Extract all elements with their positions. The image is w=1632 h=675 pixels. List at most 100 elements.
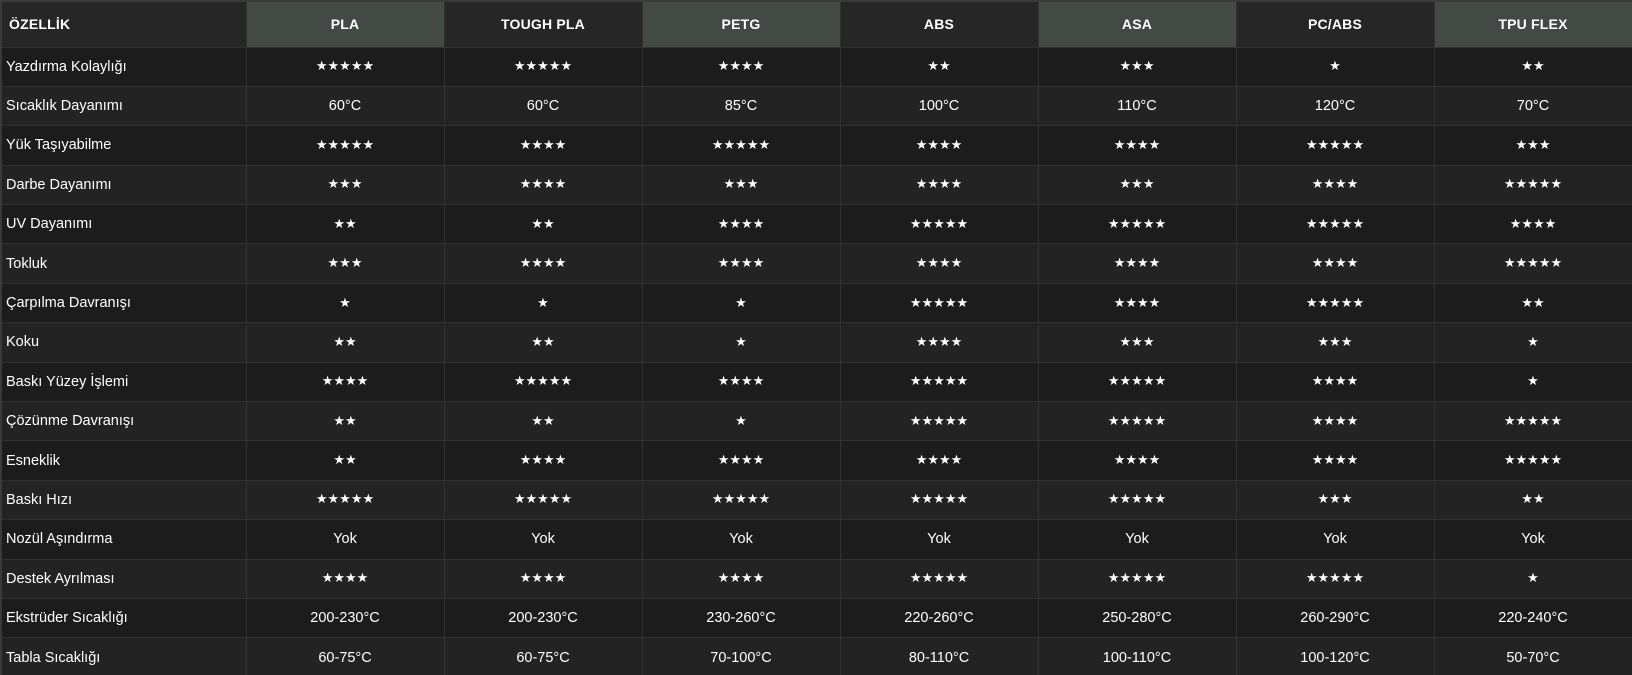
- star-rating-cell: ★★★★: [444, 440, 643, 481]
- star-rating-cell: ★★: [246, 204, 445, 245]
- row-label-darbe-dayanimi: Darbe Dayanımı: [2, 165, 247, 206]
- star-rating-cell: ★★★★★: [444, 480, 643, 521]
- material-column-header-pc-abs[interactable]: PC/ABS: [1236, 2, 1435, 48]
- material-column-header-tough-pla[interactable]: TOUGH PLA: [444, 2, 643, 48]
- value-cell: 60-75°C: [246, 637, 445, 675]
- star-rating-cell: ★★★★★: [1434, 440, 1632, 481]
- material-column-header-pla[interactable]: PLA: [246, 2, 445, 48]
- star-rating-cell: ★★: [1434, 480, 1632, 521]
- value-cell: Yok: [444, 519, 643, 560]
- value-cell: 110°C: [1038, 86, 1237, 127]
- star-rating-cell: ★★★★: [444, 559, 643, 599]
- value-cell: 70°C: [1434, 86, 1632, 127]
- star-rating-cell: ★★★★★: [642, 125, 841, 166]
- star-rating-cell: ★★★★: [1236, 401, 1435, 442]
- value-cell: 100-110°C: [1038, 637, 1237, 675]
- star-rating-cell: ★★★★★: [1236, 283, 1435, 324]
- row-label-yazdirma-kolayligi: Yazdırma Kolaylığı: [2, 47, 247, 87]
- value-cell: 220-260°C: [840, 598, 1039, 639]
- material-column-header-tpu-flex[interactable]: TPU FLEX: [1434, 2, 1632, 48]
- star-rating-cell: ★★★★: [1038, 283, 1237, 324]
- value-cell: 100-120°C: [1236, 637, 1435, 675]
- star-rating-cell: ★★★★★: [1434, 165, 1632, 206]
- table-row: Koku ★★ ★★ ★ ★★★★ ★★★ ★★★ ★: [2, 322, 1632, 363]
- star-rating-cell: ★★★: [1236, 322, 1435, 363]
- star-rating-cell: ★: [444, 283, 643, 324]
- star-rating-cell: ★★★★★: [1236, 125, 1435, 166]
- table-row: Baskı Yüzey İşlemi ★★★★ ★★★★★ ★★★★ ★★★★★ ★★★★…: [2, 362, 1632, 403]
- star-rating-cell: ★★★★★: [840, 401, 1039, 442]
- table-row: Tokluk ★★★ ★★★★ ★★★★ ★★★★ ★★★★ ★★★★ ★★★★★: [2, 243, 1632, 284]
- row-label-nozul-asindirma: Nozül Aşındırma: [2, 519, 247, 560]
- star-rating-cell: ★★★★★: [840, 559, 1039, 599]
- value-cell: 50-70°C: [1434, 637, 1632, 675]
- value-cell: 250-280°C: [1038, 598, 1237, 639]
- star-rating-cell: ★★★★: [840, 165, 1039, 206]
- row-label-cozunme-davranisi: Çözünme Davranışı: [2, 401, 247, 442]
- value-cell: 220-240°C: [1434, 598, 1632, 639]
- table-row: Baskı Hızı ★★★★★ ★★★★★ ★★★★★ ★★★★★ ★★★★★ ★★★ ★★: [2, 480, 1632, 521]
- star-rating-cell: ★★★★: [1038, 440, 1237, 481]
- row-label-uv-dayanimi: UV Dayanımı: [2, 204, 247, 245]
- star-rating-cell: ★: [642, 401, 841, 442]
- star-rating-cell: ★★★: [1038, 47, 1237, 87]
- value-cell: 85°C: [642, 86, 841, 127]
- header-row: ÖZELLİK PLA TOUGH PLA PETG ABS ASA PC/ABS TPU …: [2, 2, 1632, 48]
- table-row: Yazdırma Kolaylığı ★★★★★ ★★★★★ ★★★★ ★★ ★★★ ★ ★★: [2, 47, 1632, 87]
- star-rating-cell: ★: [1434, 362, 1632, 403]
- star-rating-cell: ★★★★★: [1434, 401, 1632, 442]
- star-rating-cell: ★★★★★: [1038, 362, 1237, 403]
- star-rating-cell: ★★★: [1236, 480, 1435, 521]
- row-label-tabla-sicakligi: Tabla Sıcaklığı: [2, 637, 247, 675]
- star-rating-cell: ★★: [444, 204, 643, 245]
- star-rating-cell: ★★: [246, 440, 445, 481]
- property-column-header[interactable]: ÖZELLİK: [2, 2, 247, 48]
- row-label-destek-ayrilmasi: Destek Ayrılması: [2, 559, 247, 599]
- star-rating-cell: ★★★★★: [444, 362, 643, 403]
- star-rating-cell: ★★★★★: [1038, 401, 1237, 442]
- table-body: Yazdırma Kolaylığı ★★★★★ ★★★★★ ★★★★ ★★ ★★★ ★ ★★…: [2, 47, 1632, 675]
- material-comparison-table: ÖZELLİK PLA TOUGH PLA PETG ABS ASA PC/ABS TPU …: [2, 2, 1632, 675]
- value-cell: Yok: [1236, 519, 1435, 560]
- table-row: Yük Taşıyabilme ★★★★★ ★★★★ ★★★★★ ★★★★ ★★★★ ★★★…: [2, 125, 1632, 166]
- star-rating-cell: ★★★: [246, 165, 445, 206]
- material-column-header-petg[interactable]: PETG: [642, 2, 841, 48]
- row-label-yuk-tasiyabilme: Yük Taşıyabilme: [2, 125, 247, 166]
- star-rating-cell: ★★★★: [1236, 243, 1435, 284]
- star-rating-cell: ★★: [1434, 47, 1632, 87]
- star-rating-cell: ★: [642, 322, 841, 363]
- star-rating-cell: ★★★★: [444, 243, 643, 284]
- star-rating-cell: ★★★★★: [246, 125, 445, 166]
- star-rating-cell: ★★: [246, 401, 445, 442]
- value-cell: 200-230°C: [444, 598, 643, 639]
- star-rating-cell: ★★★★: [1038, 243, 1237, 284]
- star-rating-cell: ★: [642, 283, 841, 324]
- star-rating-cell: ★★★★: [840, 125, 1039, 166]
- value-cell: Yok: [840, 519, 1039, 560]
- value-cell: 100°C: [840, 86, 1039, 127]
- star-rating-cell: ★★★★★: [840, 480, 1039, 521]
- comparison-table-container: ÖZELLİK PLA TOUGH PLA PETG ABS ASA PC/ABS TPU …: [0, 0, 1632, 675]
- star-rating-cell: ★★★★: [444, 125, 643, 166]
- table-row: UV Dayanımı ★★ ★★ ★★★★ ★★★★★ ★★★★★ ★★★★★ ★★★★: [2, 204, 1632, 245]
- star-rating-cell: ★: [1236, 47, 1435, 87]
- star-rating-cell: ★★★★★: [246, 47, 445, 87]
- star-rating-cell: ★★: [444, 401, 643, 442]
- table-row: Nozül Aşındırma Yok Yok Yok Yok Yok Yok Yok: [2, 519, 1632, 560]
- material-column-header-abs[interactable]: ABS: [840, 2, 1039, 48]
- material-column-header-asa[interactable]: ASA: [1038, 2, 1237, 48]
- value-cell: 70-100°C: [642, 637, 841, 675]
- star-rating-cell: ★: [246, 283, 445, 324]
- value-cell: 60°C: [246, 86, 445, 127]
- value-cell: 120°C: [1236, 86, 1435, 127]
- value-cell: 80-110°C: [840, 637, 1039, 675]
- value-cell: Yok: [642, 519, 841, 560]
- star-rating-cell: ★★★★★: [642, 480, 841, 521]
- value-cell: Yok: [1434, 519, 1632, 560]
- star-rating-cell: ★★★★★: [1038, 480, 1237, 521]
- star-rating-cell: ★★★★★: [1038, 204, 1237, 245]
- table-row: Tabla Sıcaklığı 60-75°C 60-75°C 70-100°C 80-…: [2, 637, 1632, 675]
- star-rating-cell: ★★★★: [642, 47, 841, 87]
- star-rating-cell: ★★★★: [1038, 125, 1237, 166]
- star-rating-cell: ★★★★: [642, 204, 841, 245]
